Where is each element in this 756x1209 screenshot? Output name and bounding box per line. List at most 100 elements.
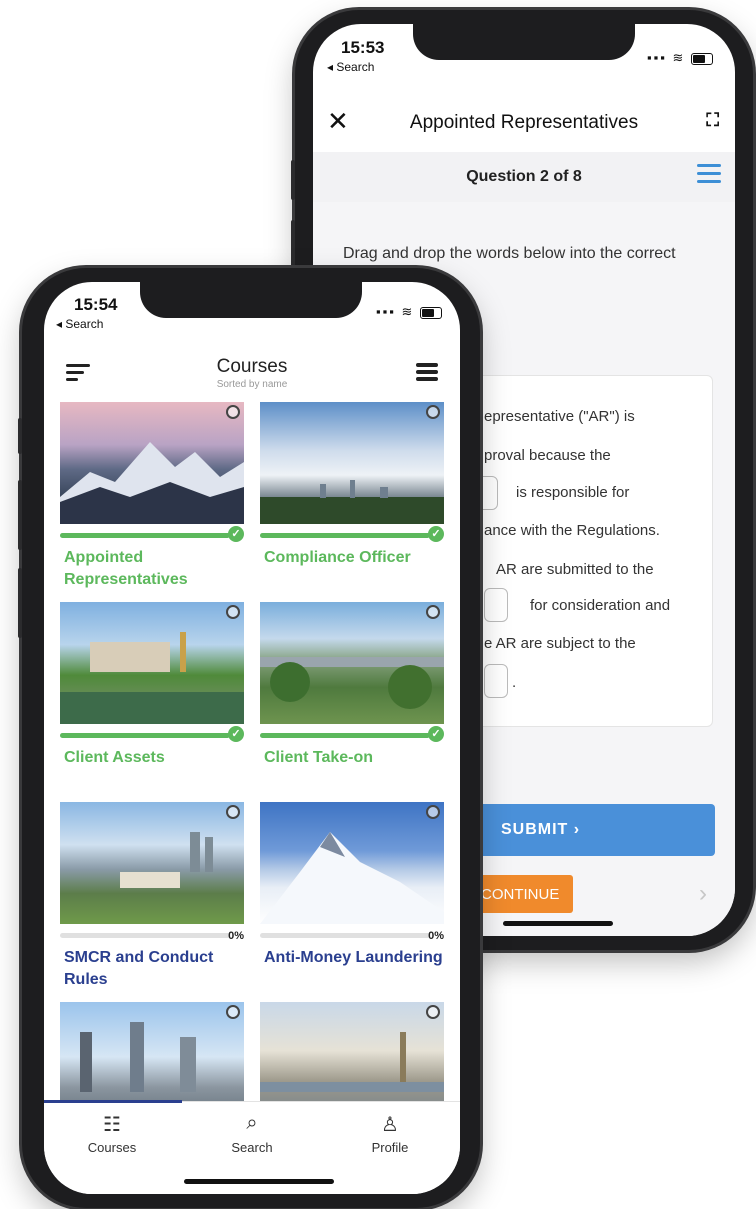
course-thumbnail xyxy=(260,402,444,524)
drop-slot[interactable] xyxy=(484,664,508,698)
sentence-fragment: e AR are subject to the xyxy=(484,635,636,652)
progress-bar xyxy=(60,933,230,938)
tab-courses[interactable]: ☷ Courses xyxy=(52,1112,172,1155)
battery-icon xyxy=(691,52,713,65)
page-title: Courses xyxy=(216,356,288,377)
drop-slot[interactable] xyxy=(484,588,508,622)
courses-header: Courses Sorted by name xyxy=(44,348,460,401)
front-phone-frame: 15:54 ◂ Search ▪▪▪ ≋ Courses Sorted by n… xyxy=(18,268,480,1208)
download-icon[interactable] xyxy=(426,605,440,619)
tab-label: Search xyxy=(231,1140,273,1155)
question-counter: Question 2 of 8 xyxy=(466,168,582,185)
active-tab-indicator xyxy=(44,1100,182,1103)
sentence-fragment: for consideration and xyxy=(530,597,671,614)
snowy-peak-image xyxy=(260,832,444,924)
tab-search[interactable]: ⌕ Search xyxy=(192,1112,312,1155)
download-icon[interactable] xyxy=(226,1005,240,1019)
front-phone-screen: 15:54 ◂ Search ▪▪▪ ≋ Courses Sorted by n… xyxy=(44,282,460,1194)
park-image xyxy=(260,657,444,709)
greenwich-image xyxy=(120,832,213,888)
submit-label: SUBMIT › xyxy=(501,821,581,838)
list-view-icon[interactable] xyxy=(416,363,438,384)
course-title: Anti-Money Laundering xyxy=(264,949,443,966)
battery-icon xyxy=(420,306,442,319)
progress-bar xyxy=(260,533,430,538)
tab-label: Courses xyxy=(87,1140,137,1155)
progress-bar xyxy=(260,933,430,938)
course-thumbnail xyxy=(60,802,244,924)
check-icon: ✓ xyxy=(228,726,244,742)
question-bar: Question 2 of 8 xyxy=(313,152,735,203)
status-icons: ▪▪▪ ≋ xyxy=(647,50,713,66)
course-title: Client Take-on xyxy=(264,749,374,766)
course-thumbnail xyxy=(260,1002,444,1102)
wifi-icon: ≋ xyxy=(672,50,686,65)
wifi-icon: ≋ xyxy=(401,304,415,319)
download-icon[interactable] xyxy=(426,1005,440,1019)
menu-icon[interactable] xyxy=(697,164,721,188)
download-icon[interactable] xyxy=(426,405,440,419)
course-thumbnail xyxy=(260,802,444,924)
home-indicator xyxy=(503,921,613,926)
chevron-right-icon[interactable]: › xyxy=(699,880,707,908)
course-title: Client Assets xyxy=(64,749,165,766)
sentence-fragment: is responsible for xyxy=(516,484,630,501)
westminster-image xyxy=(260,1032,444,1092)
courses-icon: ☷ xyxy=(103,1114,121,1136)
sentence-fragment: ance with the Regulations. xyxy=(484,522,660,539)
sentence-fragment: epresentative ("AR") is xyxy=(484,408,635,425)
progress-percent: 0% xyxy=(428,930,444,942)
expand-icon[interactable]: ⛶ xyxy=(706,110,719,131)
profile-icon: ♙ xyxy=(381,1114,399,1136)
download-icon[interactable] xyxy=(226,605,240,619)
continue-button[interactable]: CONTINUE xyxy=(473,875,573,913)
side-button xyxy=(18,418,22,454)
signal-icon: ▪▪▪ xyxy=(376,304,396,319)
status-time: 15:54 xyxy=(74,295,118,314)
notch xyxy=(140,278,362,318)
progress-bar xyxy=(60,533,230,538)
lesson-title: Appointed Representatives xyxy=(409,112,639,133)
course-thumbnail xyxy=(260,602,444,724)
side-button xyxy=(291,160,295,200)
check-icon: ✓ xyxy=(228,526,244,542)
side-button xyxy=(18,568,22,638)
download-icon[interactable] xyxy=(426,805,440,819)
status-time: 15:53 xyxy=(341,38,385,57)
course-title: Appointed Representatives xyxy=(64,549,188,588)
course-title: Compliance Officer xyxy=(264,549,411,566)
lesson-header: ✕ Appointed Representatives ⛶ xyxy=(313,94,735,153)
status-back-link[interactable]: ◂ Search xyxy=(327,60,374,74)
status-back-link[interactable]: ◂ Search xyxy=(56,317,103,331)
continue-label: CONTINUE xyxy=(481,886,560,903)
home-indicator xyxy=(184,1179,334,1184)
progress-bar xyxy=(260,733,430,738)
palace-image xyxy=(60,632,244,724)
download-icon[interactable] xyxy=(226,405,240,419)
course-thumbnail xyxy=(60,602,244,724)
progress-bar xyxy=(60,733,230,738)
bottom-tab-bar: ☷ Courses ⌕ Search ♙ Profile xyxy=(44,1100,460,1194)
mountain-image xyxy=(60,442,244,524)
sentence-fragment: AR are submitted to the xyxy=(496,561,654,578)
tab-label: Profile xyxy=(371,1140,409,1155)
course-thumbnail xyxy=(60,1002,244,1102)
check-icon: ✓ xyxy=(428,726,444,742)
notch xyxy=(413,20,635,60)
sentence-fragment: . xyxy=(512,674,517,691)
signal-icon: ▪▪▪ xyxy=(647,50,667,65)
page-subtitle: Sorted by name xyxy=(216,379,288,390)
sentence-fragment: proval because the xyxy=(484,447,611,464)
check-icon: ✓ xyxy=(428,526,444,542)
course-title: SMCR and Conduct Rules xyxy=(64,949,214,988)
city-skyline-image xyxy=(260,480,444,524)
tab-profile[interactable]: ♙ Profile xyxy=(330,1112,450,1155)
course-thumbnail xyxy=(60,402,244,524)
side-button xyxy=(18,480,22,550)
tower-bridge-image xyxy=(80,1022,196,1092)
search-icon: ⌕ xyxy=(246,1112,258,1134)
download-icon[interactable] xyxy=(226,805,240,819)
status-icons: ▪▪▪ ≋ xyxy=(376,304,442,320)
course-grid: ✓ Appointed Representatives ✓ Compliance… xyxy=(44,400,460,1102)
progress-percent: 0% xyxy=(228,930,244,942)
